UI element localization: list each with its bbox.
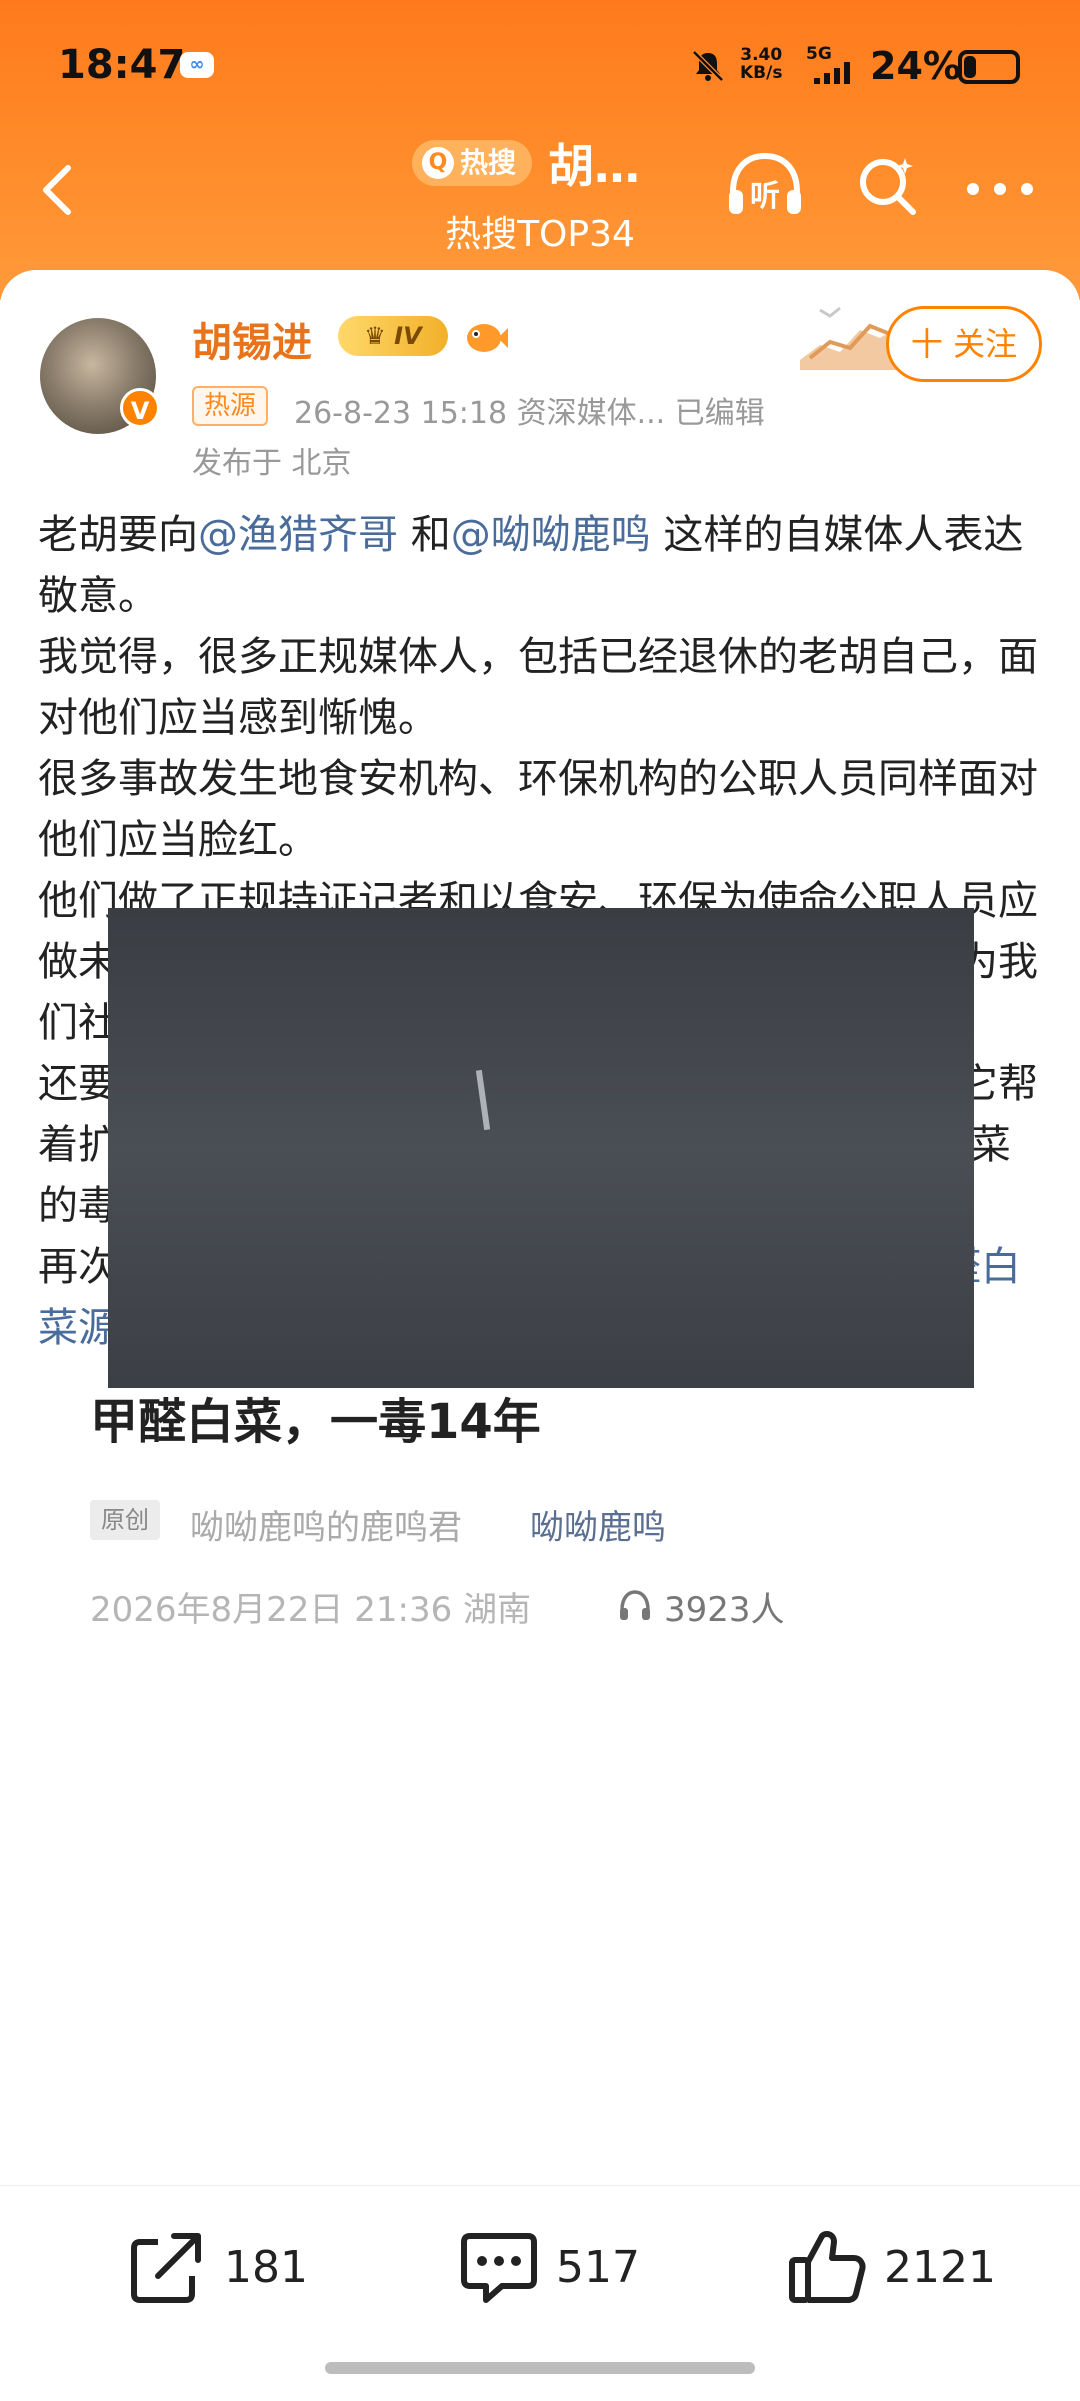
mention-link[interactable]: @渔猎齐哥 — [198, 512, 398, 558]
status-time: 18:47 — [58, 42, 186, 88]
post-paragraph: 我觉得，很多正规媒体人，包括已经退休的老胡自己，面对他们应当感到惭愧。 — [38, 627, 1048, 749]
share-icon — [131, 2233, 201, 2303]
net-speed-value: 3.40 — [740, 45, 783, 65]
battery-icon — [958, 50, 1020, 84]
nav-title[interactable]: 胡… — [548, 130, 640, 196]
mention-link[interactable]: @呦呦鹿鸣 — [451, 512, 651, 558]
hot-search-q-icon: Q — [422, 147, 454, 179]
like-icon — [789, 2231, 866, 2303]
post-text-segment: 和 — [398, 512, 451, 558]
post-location: 发布于 北京 — [192, 446, 352, 481]
hot-search-badge[interactable]: Q 热搜 — [412, 140, 533, 186]
article-title[interactable]: 甲醛白菜，一毒14年 — [90, 1382, 541, 1452]
comment-count: 517 — [556, 2242, 640, 2293]
author-name[interactable]: 胡锡进 — [192, 310, 312, 368]
share-count: 181 — [224, 2242, 308, 2293]
listen-label: 听 — [750, 179, 780, 214]
home-indicator[interactable] — [325, 2362, 755, 2374]
status-bar: 18:47 ∞ 3.40 KB/s 5G 24% — [0, 0, 1080, 130]
signal-icon — [814, 62, 850, 84]
original-account[interactable]: 呦呦鹿鸣 — [530, 1500, 666, 1549]
verified-icon: V — [120, 388, 160, 428]
vip-badge[interactable]: ♛ IV — [338, 316, 448, 356]
article-date-location: 2026年8月22日 21:36 湖南 — [90, 1590, 532, 1630]
article-image[interactable] — [108, 908, 974, 1388]
net-speed-unit: KB/s — [740, 63, 783, 83]
header: 18:47 ∞ 3.40 KB/s 5G 24% Q 热搜 胡… 热搜TOP34… — [0, 0, 1080, 300]
post-meta: 26-8-23 15:18 资深媒体... 已编辑 — [294, 396, 765, 431]
listen-icon[interactable]: 听 — [725, 150, 805, 220]
battery-percent: 24% — [870, 44, 961, 88]
headset-icon — [620, 1590, 650, 1620]
post-paragraph: 很多事故发生地食安机构、环保机构的公职人员同样面对他们应当脸红。 — [38, 749, 1048, 871]
comment-icon — [461, 2233, 537, 2303]
like-count: 2121 — [884, 2242, 996, 2293]
net-speed: 3.40 KB/s — [740, 46, 782, 82]
listener-count: 3923人 — [664, 1590, 785, 1630]
hot-search-label: 热搜 — [460, 146, 517, 179]
original-tag: 原创 — [90, 1500, 160, 1540]
follow-button[interactable]: 十 关注 — [886, 306, 1042, 382]
post-card: V 胡锡进 ♛ IV 十 关注 热源 26-8-23 15:18 资深媒体...… — [0, 270, 1080, 2200]
post-text-segment: 老胡要向 — [38, 512, 198, 558]
mute-icon — [692, 50, 724, 82]
post-text-segment: 很多事故发生地食安机构、环保机构的公职人员同样面对他们应当脸红。 — [38, 756, 1038, 863]
original-author: 呦呦鹿鸣的鹿鸣君 — [190, 1508, 462, 1548]
vip-level: IV — [394, 322, 422, 350]
search-icon[interactable] — [855, 152, 921, 218]
post-paragraph: 老胡要向@渔猎齐哥 和@呦呦鹿鸣 这样的自媒体人表达敬意。 — [38, 505, 1048, 627]
network-type: 5G — [806, 44, 832, 64]
battery-fill — [964, 56, 976, 78]
fish-icon — [467, 324, 508, 352]
source-tag[interactable]: 热源 — [192, 386, 269, 426]
more-icon[interactable] — [965, 182, 1035, 196]
app-notification-icon: ∞ — [180, 52, 214, 78]
post-text-segment: 我觉得，很多正规媒体人，包括已经退休的老胡自己，面对他们应当感到惭愧。 — [38, 634, 1038, 741]
